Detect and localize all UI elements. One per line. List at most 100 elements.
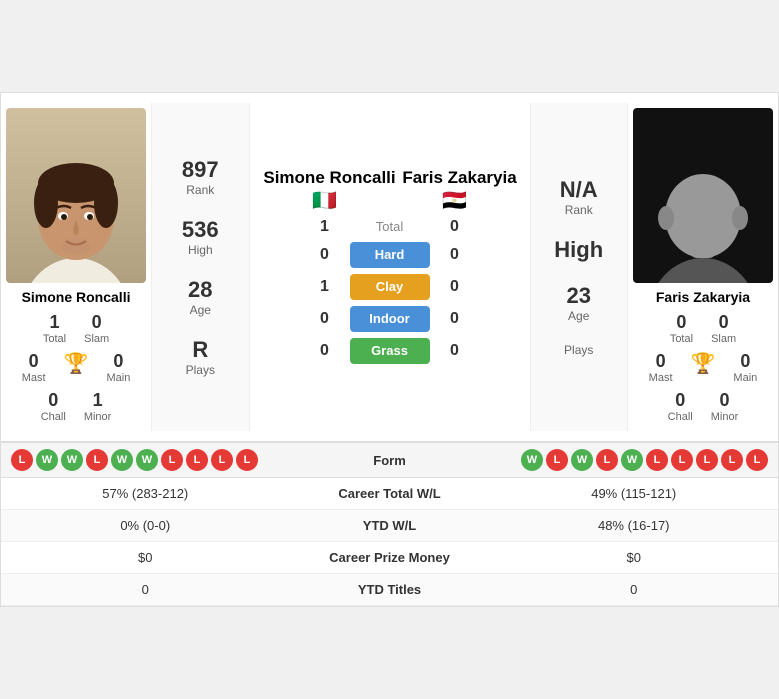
- form-badge-w: W: [61, 449, 83, 471]
- form-badge-l: L: [721, 449, 743, 471]
- ytd-wl-left: 0% (0-0): [11, 518, 280, 533]
- left-rank-block: 897 Rank: [182, 157, 219, 197]
- left-age-value: 28: [188, 277, 212, 303]
- player-left-photo: [6, 108, 146, 283]
- grass-left-score: 0: [310, 342, 340, 360]
- form-badge-w: W: [136, 449, 158, 471]
- left-form-badges: LWWLWWLLLL: [11, 449, 330, 471]
- left-player-name-center: Simone Roncalli: [260, 168, 400, 188]
- trophy-icon-right: 🏆: [691, 351, 716, 384]
- form-badge-l: L: [671, 449, 693, 471]
- form-badge-l: L: [186, 449, 208, 471]
- match-center: Simone Roncalli 🇮🇹 Faris Zakaryia 🇪🇬 1 T…: [250, 103, 530, 431]
- right-age-block: 23 Age: [566, 283, 590, 323]
- right-high-value: High: [554, 237, 603, 263]
- hard-left-score: 0: [310, 246, 340, 264]
- left-center-stats: 897 Rank 536 High 28 Age R Plays: [151, 103, 249, 431]
- player-right-total: 0 Total: [670, 312, 693, 345]
- right-rank-value: N/A: [560, 177, 598, 203]
- form-badge-l: L: [546, 449, 568, 471]
- form-badge-l: L: [746, 449, 768, 471]
- player-right-main: 0 Main: [733, 351, 757, 384]
- titles-right: 0: [500, 582, 769, 597]
- career-wl-label: Career Total W/L: [280, 486, 500, 501]
- player-left-chall: 0 Chall: [41, 390, 66, 423]
- form-badge-l: L: [86, 449, 108, 471]
- titles-label: YTD Titles: [280, 582, 500, 597]
- grass-badge: Grass: [350, 338, 430, 364]
- right-flag: 🇪🇬: [390, 188, 520, 213]
- hard-row: 0 Hard 0: [310, 242, 470, 268]
- career-wl-left: 57% (283-212): [11, 486, 280, 501]
- trophy-icon-left: 🏆: [64, 351, 89, 384]
- prize-row: $0 Career Prize Money $0: [1, 542, 778, 574]
- form-label: Form: [330, 453, 450, 468]
- player-left: Simone Roncalli 1 Total 0 Slam 0 Mast 🏆: [1, 103, 151, 431]
- indoor-right-score: 0: [440, 310, 470, 328]
- clay-badge: Clay: [350, 274, 430, 300]
- left-plays-block: R Plays: [186, 337, 215, 377]
- player-left-totals-row1: 1 Total 0 Slam: [43, 312, 109, 345]
- form-section: LWWLWWLLLL Form WLWLWLLLLL: [1, 441, 778, 477]
- career-wl-right: 49% (115-121): [500, 486, 769, 501]
- right-center-stats: N/A Rank High 23 Age Plays: [530, 103, 628, 431]
- player-right-name: Faris Zakaryia: [656, 289, 750, 305]
- player-left-totals-row2: 0 Mast 🏆 0 Main: [22, 351, 131, 384]
- right-age-label: Age: [566, 309, 590, 323]
- right-player-name-center: Faris Zakaryia: [390, 168, 530, 188]
- player-left-name: Simone Roncalli: [22, 289, 131, 305]
- form-badge-w: W: [621, 449, 643, 471]
- ytd-wl-label: YTD W/L: [280, 518, 500, 533]
- player-right-mast: 0 Mast: [649, 351, 673, 384]
- titles-row: 0 YTD Titles 0: [1, 574, 778, 606]
- player-right-slam: 0 Slam: [711, 312, 736, 345]
- indoor-badge: Indoor: [350, 306, 430, 332]
- form-badge-l: L: [646, 449, 668, 471]
- player-right-totals-row2: 0 Mast 🏆 0 Main: [649, 351, 758, 384]
- ytd-wl-row: 0% (0-0) YTD W/L 48% (16-17): [1, 510, 778, 542]
- clay-left-score: 1: [310, 278, 340, 296]
- player-right-totals-row3: 0 Chall 0 Minor: [668, 390, 739, 423]
- career-wl-row: 57% (283-212) Career Total W/L 49% (115-…: [1, 478, 778, 510]
- player-right-totals-row1: 0 Total 0 Slam: [670, 312, 736, 345]
- right-plays-block: Plays: [564, 343, 593, 357]
- right-rank-block: N/A Rank: [560, 177, 598, 217]
- clay-right-score: 0: [440, 278, 470, 296]
- left-plays-value: R: [186, 337, 215, 363]
- left-flag: 🇮🇹: [260, 188, 390, 213]
- form-badge-w: W: [571, 449, 593, 471]
- left-high-label: High: [182, 243, 219, 257]
- player-left-minor: 1 Minor: [84, 390, 112, 423]
- left-age-block: 28 Age: [188, 277, 212, 317]
- player-right-chall: 0 Chall: [668, 390, 693, 423]
- stats-table: 57% (283-212) Career Total W/L 49% (115-…: [1, 477, 778, 606]
- total-right-score: 0: [440, 218, 470, 236]
- form-badge-l: L: [11, 449, 33, 471]
- left-age-label: Age: [188, 303, 212, 317]
- player-right-photo: [633, 108, 773, 283]
- right-age-value: 23: [566, 283, 590, 309]
- left-high-block: 536 High: [182, 217, 219, 257]
- left-plays-label: Plays: [186, 363, 215, 377]
- player-left-totals-row3: 0 Chall 1 Minor: [41, 390, 112, 423]
- player-right-minor: 0 Minor: [711, 390, 739, 423]
- prize-left: $0: [11, 550, 280, 565]
- form-badge-l: L: [161, 449, 183, 471]
- indoor-left-score: 0: [310, 310, 340, 328]
- right-rank-label: Rank: [560, 203, 598, 217]
- player-left-main: 0 Main: [106, 351, 130, 384]
- player-left-mast: 0 Mast: [22, 351, 46, 384]
- grass-row: 0 Grass 0: [310, 338, 470, 364]
- form-badge-l: L: [211, 449, 233, 471]
- total-row: 1 Total 0: [310, 218, 470, 236]
- main-container: Simone Roncalli 1 Total 0 Slam 0 Mast 🏆: [0, 92, 779, 607]
- ytd-wl-right: 48% (16-17): [500, 518, 769, 533]
- top-section: Simone Roncalli 1 Total 0 Slam 0 Mast 🏆: [1, 93, 778, 441]
- player-left-slam: 0 Slam: [84, 312, 109, 345]
- form-badge-l: L: [596, 449, 618, 471]
- indoor-row: 0 Indoor 0: [310, 306, 470, 332]
- form-badge-w: W: [36, 449, 58, 471]
- hard-right-score: 0: [440, 246, 470, 264]
- clay-row: 1 Clay 0: [310, 274, 470, 300]
- left-rank-value: 897: [182, 157, 219, 183]
